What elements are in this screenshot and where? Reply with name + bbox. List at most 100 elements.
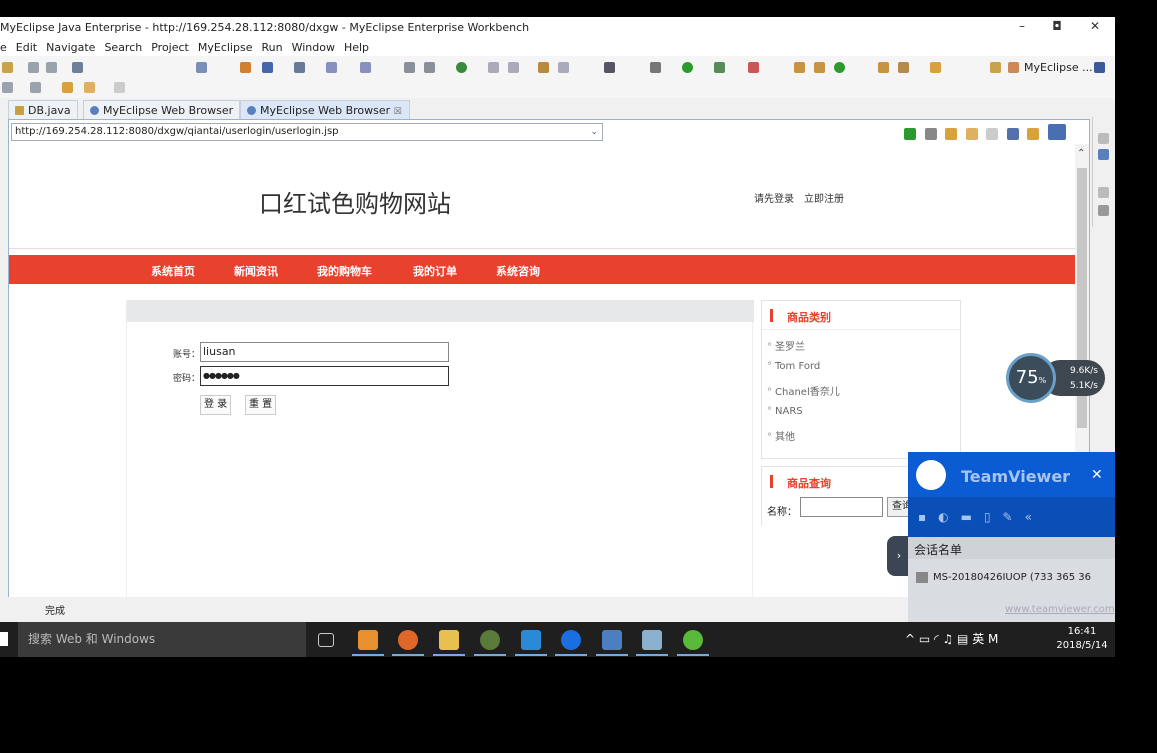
print-icon[interactable] [46,62,57,73]
server2-icon[interactable] [262,62,273,73]
url-bar[interactable]: http://169.254.28.112:8080/dxgw/qiantai/… [11,123,603,141]
menu-run[interactable]: Run [261,39,282,56]
menu-myeclipse[interactable]: MyEclipse [198,39,253,56]
close-tab-icon[interactable]: ☒ [394,107,402,117]
explorer-icon[interactable] [439,630,459,650]
prev-edit-icon[interactable] [62,82,73,93]
restore-view-icon[interactable] [1098,133,1109,144]
nav-cart[interactable]: 我的购物车 [317,263,372,279]
memory-gauge[interactable]: 75% [1006,353,1056,403]
open-type-icon[interactable] [404,62,415,73]
perspective-label[interactable]: MyEclipse ... [1024,61,1093,74]
new-icon[interactable] [2,62,13,73]
maximize-button[interactable]: ◘ [1042,19,1072,37]
category-item[interactable]: Tom Ford [767,361,820,372]
menu-project[interactable]: Project [151,39,189,56]
account-input[interactable]: liusan [200,342,449,362]
category-item[interactable]: NARS [767,406,803,417]
menu-edit[interactable]: Edit [16,39,37,56]
register-link[interactable]: 立即注册 [804,194,844,205]
stop-icon[interactable] [1006,128,1019,140]
menu-file[interactable]: e [0,39,7,56]
login-link[interactable]: 请先登录 [754,194,794,205]
xampp-icon[interactable] [358,630,378,650]
history-icon[interactable] [30,82,41,93]
wizard-icon[interactable] [326,62,337,73]
system-tray[interactable]: ^ ▭ ◜ ♫ ▤ 英 M [905,622,998,657]
globe-icon[interactable] [456,62,467,73]
minimize-button[interactable]: – [1007,19,1037,37]
query-name-input[interactable] [800,497,883,517]
deploy-icon[interactable] [196,62,207,73]
web-icon[interactable] [294,62,305,73]
open-folder-icon[interactable] [878,62,889,73]
db-icon[interactable] [72,62,83,73]
external-tools-icon[interactable] [748,62,759,73]
reset-button[interactable]: 重 置 [245,395,277,415]
debug-icon[interactable] [650,62,661,73]
refresh-icon[interactable] [1027,128,1039,140]
back-nav-icon[interactable] [84,82,95,93]
nav-icon[interactable] [488,62,499,73]
save-icon[interactable] [28,62,39,73]
windows-start-icon[interactable] [0,632,8,646]
forward-nav-icon[interactable] [114,82,125,93]
close-button[interactable]: ✕ [1080,19,1110,37]
password-input[interactable]: ●●●●●● [200,366,449,386]
nav-consult[interactable]: 系统咨询 [496,263,540,279]
forward-icon[interactable] [986,128,998,140]
notepad-icon[interactable] [642,630,662,650]
nav-orders[interactable]: 我的订单 [413,263,457,279]
app2-icon[interactable] [683,630,703,650]
package2-icon[interactable] [814,62,825,73]
login-button[interactable]: 登 录 [200,395,232,415]
restore-view-icon[interactable] [1098,187,1109,198]
back-icon[interactable] [2,82,13,93]
task-icon[interactable] [538,62,549,73]
open-res-icon[interactable] [424,62,435,73]
camera-icon[interactable] [604,62,615,73]
wizard2-icon[interactable] [360,62,371,73]
teamviewer-link[interactable]: www.teamviewer.com [1005,604,1115,615]
myeclipse-icon[interactable] [1008,62,1019,73]
nav-news[interactable]: 新闻资讯 [234,263,278,279]
tab-db-java[interactable]: DB.java [8,100,78,119]
chevron-up-icon[interactable]: ⌃ [1077,148,1085,159]
menu-search[interactable]: Search [104,39,142,56]
menu-window[interactable]: Window [292,39,335,56]
category-item[interactable]: Chanel香奈儿 [767,383,840,398]
task2-icon[interactable] [558,62,569,73]
menu-help[interactable]: Help [344,39,369,56]
outline-icon[interactable] [1098,149,1109,160]
coverage-icon[interactable] [714,62,725,73]
close-icon[interactable]: ✕ [1091,467,1103,483]
tab-web-browser-1[interactable]: MyEclipse Web Browser [83,100,241,119]
java-perspective-icon[interactable] [1094,62,1105,73]
tools-icon[interactable] [930,62,941,73]
server-icon[interactable] [240,62,251,73]
inspect-icon[interactable] [945,128,957,140]
taskbar-search[interactable]: 搜索 Web 和 Windows [18,622,306,657]
menu-navigate[interactable]: Navigate [46,39,95,56]
category-item[interactable]: 其他 [767,428,795,443]
firefox-icon[interactable] [398,630,418,650]
chevron-down-icon[interactable]: ⌄ [590,124,598,140]
word-icon[interactable] [521,630,541,650]
package-icon[interactable] [794,62,805,73]
tab-web-browser-2[interactable]: MyEclipse Web Browser ☒ [240,100,410,119]
myeclipse-icon[interactable] [602,630,622,650]
run-icon[interactable] [682,62,693,73]
app-icon[interactable] [480,630,500,650]
task-view-icon[interactable] [318,633,334,647]
category-item[interactable]: 圣罗兰 [767,338,805,353]
teamviewer-icon[interactable] [561,630,581,650]
perspective-icon[interactable] [990,62,1001,73]
go-icon[interactable] [904,128,916,140]
refresh-icon[interactable] [834,62,845,73]
debug-browser-icon[interactable] [924,128,937,140]
teamviewer-actions[interactable]: ▪◐▬▯✎« [908,510,1115,524]
clock[interactable]: 16:41 2018/5/14 [1052,625,1112,653]
session-entry[interactable]: MS-20180426IUOP (733 365 36 [933,572,1091,583]
console-icon[interactable] [1098,205,1109,216]
nav2-icon[interactable] [508,62,519,73]
